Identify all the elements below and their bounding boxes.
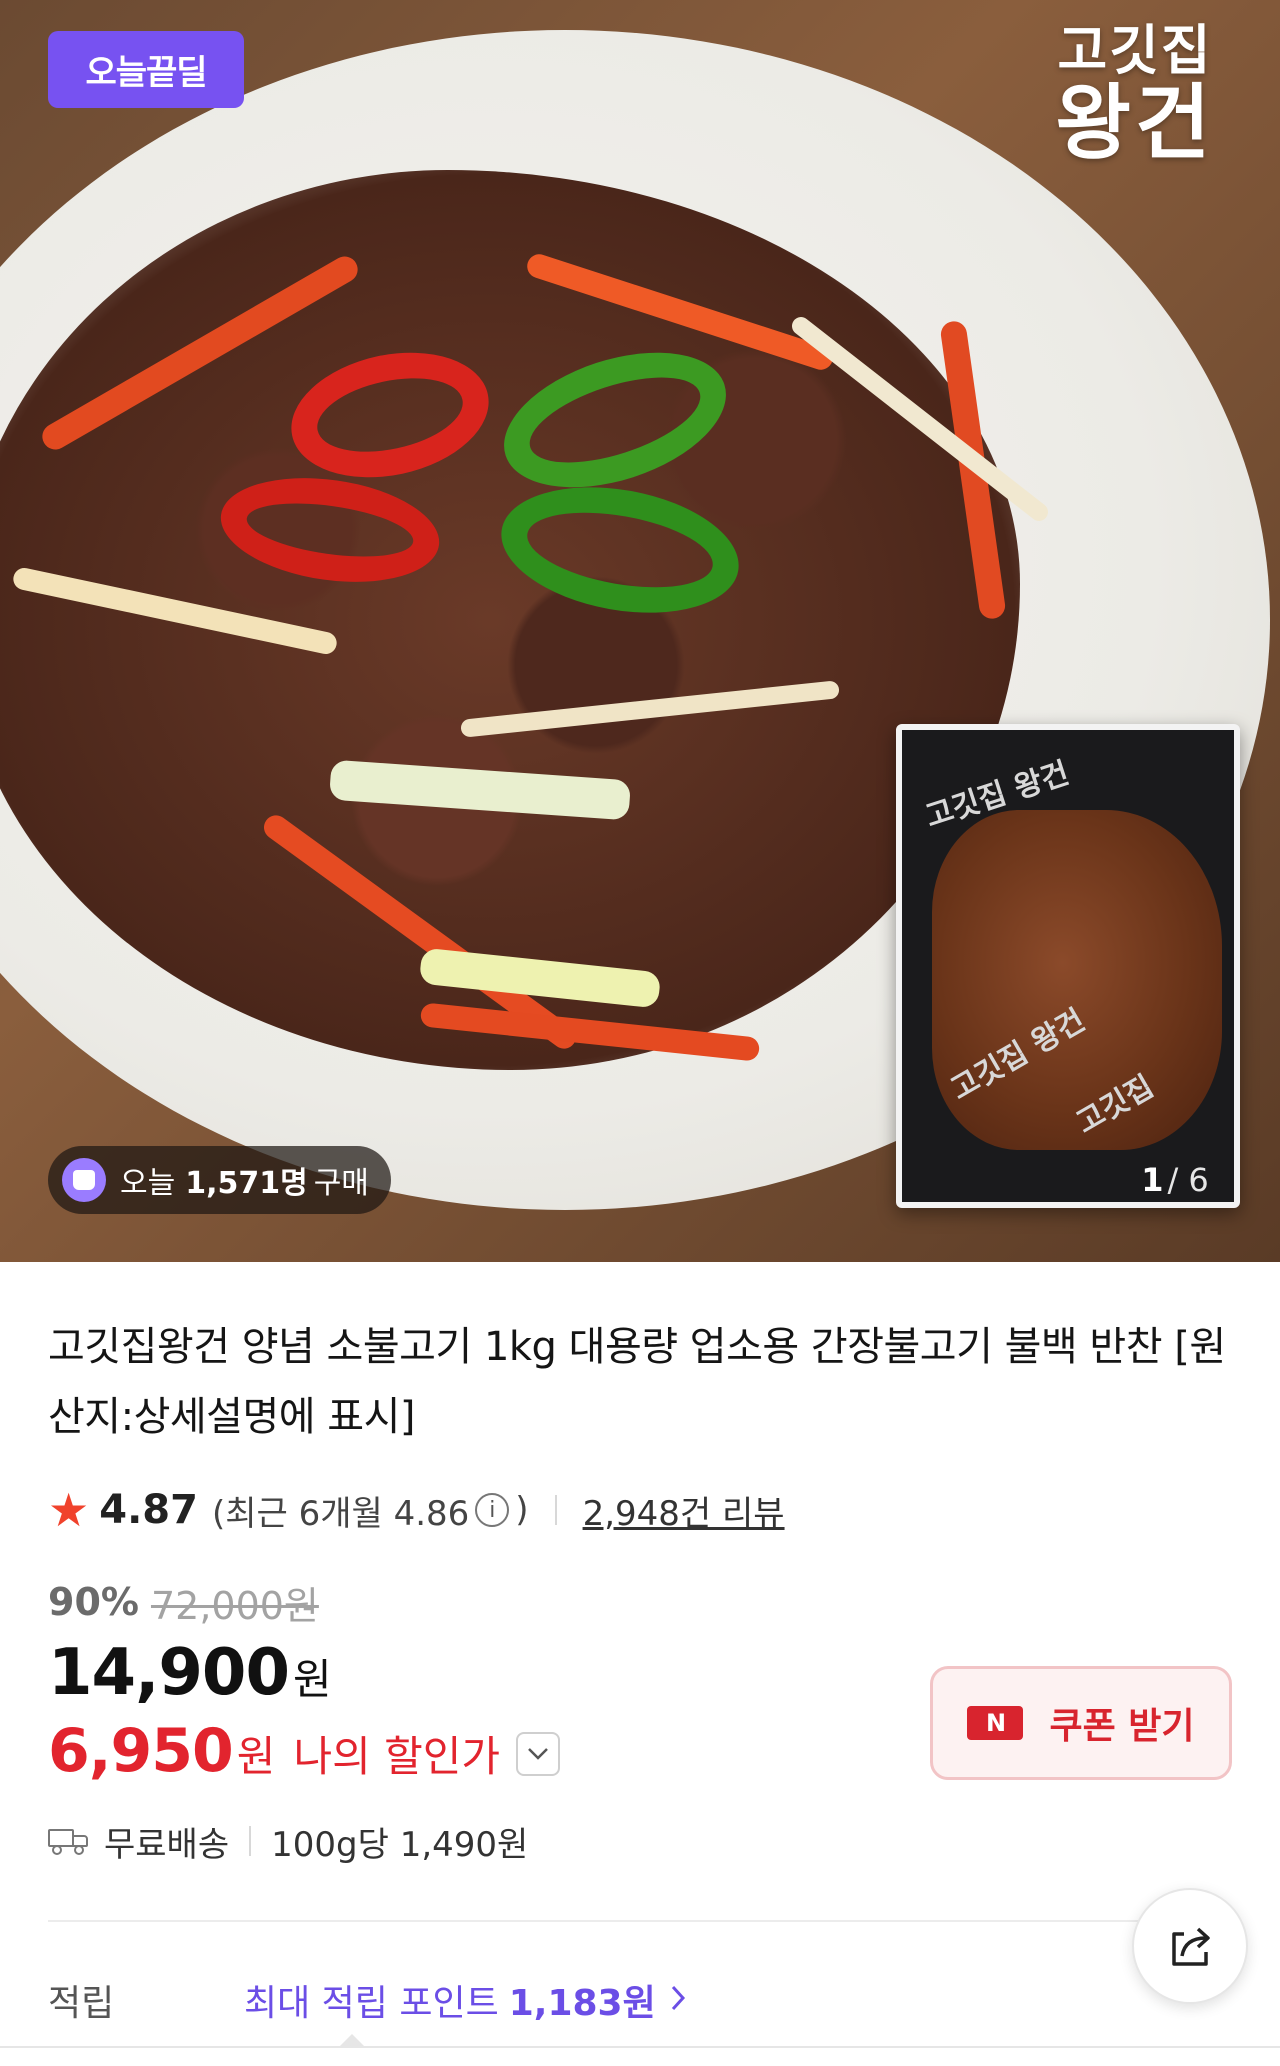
recent-rating: (최근 6개월 4.86 i ) <box>212 1486 529 1535</box>
star-icon: ★ <box>48 1483 90 1537</box>
discount-percent: 90% <box>48 1580 139 1624</box>
tab-indicator <box>340 2034 364 2046</box>
divider <box>554 1495 557 1525</box>
naver-n-icon: N <box>967 1706 1024 1740</box>
brand-logo-line1: 고깃집 <box>1057 18 1213 82</box>
bottom-divider <box>0 2046 1280 2048</box>
image-counter: 1 / 6 <box>1125 1160 1225 1200</box>
points-label: 적립 <box>48 1983 115 2024</box>
info-icon[interactable]: i <box>475 1493 510 1527</box>
my-price-label: 나의 할인가 <box>293 1732 500 1781</box>
unit-price: 100g당 1,490원 <box>271 1824 529 1865</box>
rating-row: ★ 4.87 (최근 6개월 4.86 i ) 2,948건 리뷰 <box>48 1484 785 1536</box>
section-divider <box>48 1920 1230 1922</box>
points-prefix: 최대 적립 포인트 <box>244 1983 499 2024</box>
max-points-link[interactable]: 최대 적립 포인트 1,183원 <box>244 1974 686 2026</box>
shipping-row: 무료배송 100g당 1,490원 <box>48 1816 528 1866</box>
purchase-count: 1,571명 <box>185 1166 308 1201</box>
my-price: 6,950 <box>48 1716 234 1786</box>
purchase-prefix: 오늘 <box>120 1166 176 1201</box>
purchase-suffix: 구매 <box>313 1166 369 1201</box>
original-price: 72,000원 <box>150 1583 319 1628</box>
brand-logo-line2: 왕건 <box>1055 75 1215 171</box>
chevron-right-icon <box>670 1980 686 2021</box>
shopping-bag-icon <box>62 1158 106 1202</box>
rating-score: 4.87 <box>99 1487 198 1533</box>
purchase-count-badge: 오늘 1,571명 구매 <box>48 1146 391 1214</box>
original-price-row: 90% 72,000원 <box>48 1576 319 1628</box>
package-image: 고깃집 왕건 고깃집 왕건 고깃집 <box>896 724 1240 1208</box>
image-total: / 6 <box>1167 1161 1209 1199</box>
divider <box>249 1826 252 1856</box>
recent-rating-close: ) <box>515 1490 529 1530</box>
coupon-label: 쿠폰 받기 <box>1049 1706 1195 1747</box>
my-price-currency: 원 <box>236 1732 276 1781</box>
coupon-button[interactable]: N 쿠폰 받기 <box>930 1666 1232 1780</box>
review-count-link[interactable]: 2,948건 리뷰 <box>583 1486 785 1535</box>
sale-price-currency: 원 <box>292 1655 332 1704</box>
my-price-row: 6,950 원 나의 할인가 <box>48 1716 560 1792</box>
sale-price: 14,900 <box>48 1636 290 1710</box>
today-deal-badge: 오늘끝딜 <box>48 31 244 108</box>
sale-price-row: 14,900 원 <box>48 1636 332 1712</box>
points-value: 1,183원 <box>508 1983 656 2024</box>
image-index: 1 <box>1141 1161 1164 1199</box>
recent-rating-text: (최근 6개월 4.86 <box>211 1493 470 1534</box>
share-button[interactable] <box>1132 1888 1248 2004</box>
brand-logo: 고깃집 왕건 <box>1020 20 1250 170</box>
shipping-label: 무료배송 <box>104 1824 230 1865</box>
share-icon <box>1172 1927 1210 1966</box>
product-title: 고깃집왕건 양념 소불고기 1kg 대용량 업소용 간장불고기 불백 반찬 [원… <box>48 1324 1226 1440</box>
product-image-carousel[interactable]: 오늘끝딜 고깃집 왕건 고깃집 왕건 고깃집 왕건 고깃집 1 / 6 오늘 1… <box>0 0 1280 1262</box>
truck-icon <box>48 1827 90 1855</box>
points-row[interactable]: 적립 최대 적립 포인트 1,183원 <box>48 1972 1148 2028</box>
chevron-down-icon[interactable] <box>516 1732 560 1776</box>
